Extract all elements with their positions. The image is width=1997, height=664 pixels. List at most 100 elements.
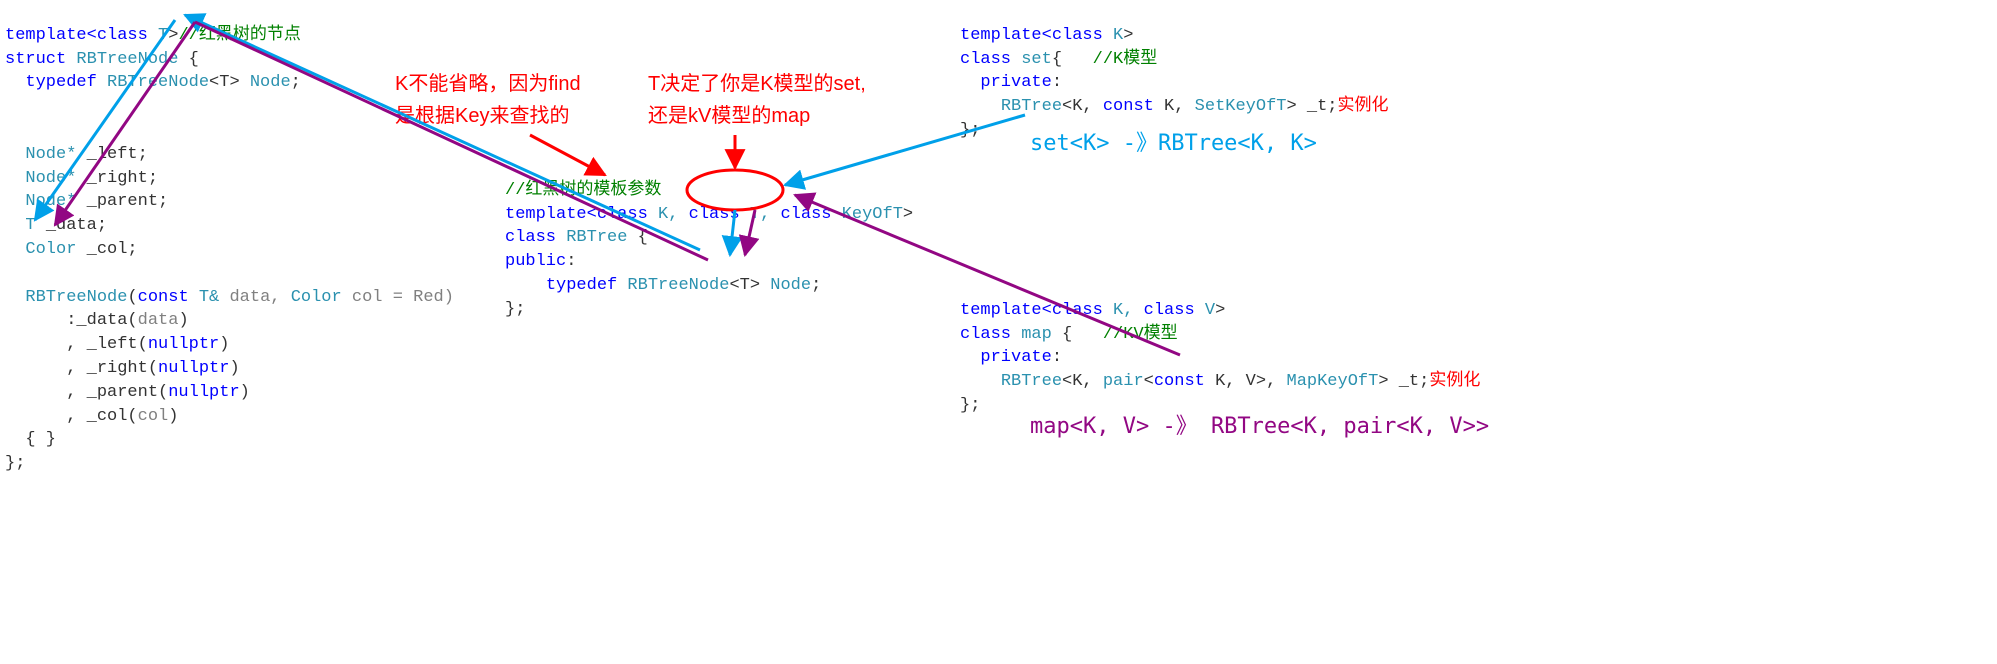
text: }; <box>960 396 980 415</box>
comment-instance: 实例化 <box>1429 372 1480 391</box>
text: ; <box>291 73 301 92</box>
text: 是根据Key来查找的 <box>395 100 581 132</box>
text: }; <box>505 300 525 319</box>
annotation-set-map: set<K> -》RBTree<K, K> <box>1030 125 1317 157</box>
text: : <box>566 252 576 271</box>
text: ) <box>229 359 239 378</box>
text: 还是kV模型的map <box>648 100 866 132</box>
text: class <box>960 50 1011 69</box>
text: > <box>1123 26 1133 45</box>
text: template< <box>5 26 97 45</box>
text: ) <box>219 335 229 354</box>
text: _col; <box>87 240 138 259</box>
text: K, V>, <box>1205 372 1287 391</box>
code-rbtree: //红黑树的模板参数 template<class K, class T, cl… <box>505 155 913 322</box>
text: const <box>1103 97 1154 116</box>
text: RBTree <box>1001 97 1062 116</box>
text: K, <box>1103 301 1144 320</box>
text: > <box>168 26 178 45</box>
text: class <box>1052 301 1103 320</box>
annotation-t-explain: T决定了你是K模型的set, 还是kV模型的map <box>648 68 866 132</box>
text: ( <box>127 288 137 307</box>
text: Node* <box>25 192 86 211</box>
annotation-map-map: map<K, V> -》 RBTree<K, pair<K, V>> <box>1030 408 1489 440</box>
text: _t; <box>1297 97 1338 116</box>
text: ; <box>811 276 821 295</box>
text: > <box>1215 301 1225 320</box>
text: MapKeyOfT <box>1287 372 1379 391</box>
text: < <box>1144 372 1154 391</box>
text: class <box>1144 301 1195 320</box>
text: , _parent( <box>25 383 168 402</box>
text: ) <box>168 407 178 426</box>
text: RBTreeNode <box>66 50 178 69</box>
text: nullptr <box>168 383 239 402</box>
text: data <box>138 311 179 330</box>
text: T <box>148 26 168 45</box>
text: set <box>1011 50 1052 69</box>
text: template< <box>960 301 1052 320</box>
code-rbtreenode: template<class T>//红黑树的节点 struct RBTreeN… <box>5 0 454 476</box>
text: _t; <box>1389 372 1430 391</box>
text: class <box>505 228 556 247</box>
text: }; <box>960 121 980 140</box>
text: private <box>980 348 1051 367</box>
text: data, <box>229 288 290 307</box>
text: public <box>505 252 566 271</box>
text: const <box>138 288 189 307</box>
comment: //KV模型 <box>1072 325 1177 344</box>
text: }; <box>5 454 25 473</box>
text: > <box>1378 372 1388 391</box>
text: Node <box>760 276 811 295</box>
text: _left; <box>87 145 148 164</box>
text: V <box>1195 301 1215 320</box>
text: K不能省略，因为find <box>395 68 581 100</box>
text: { <box>1052 325 1072 344</box>
annotation-k-explain: K不能省略，因为find 是根据Key来查找的 <box>395 68 581 132</box>
text: class <box>960 325 1011 344</box>
text: Node* <box>25 169 86 188</box>
text: { } <box>25 430 56 449</box>
text: class <box>780 205 831 224</box>
comment-instance: 实例化 <box>1338 97 1389 116</box>
text: nullptr <box>148 335 219 354</box>
text: _right; <box>87 169 158 188</box>
text: RBTree <box>1001 372 1062 391</box>
text: , _col( <box>25 407 137 426</box>
text: K <box>1103 26 1123 45</box>
text: typedef <box>25 73 96 92</box>
comment: //红黑树的节点 <box>178 26 300 45</box>
text: K, <box>648 205 689 224</box>
text: : <box>1052 73 1062 92</box>
text: , _right( <box>25 359 158 378</box>
text: map <box>1011 325 1052 344</box>
comment: //红黑树的模板参数 <box>505 181 661 200</box>
text: > <box>1287 97 1297 116</box>
text: nullptr <box>158 359 229 378</box>
text: <T> <box>729 276 760 295</box>
text: K, <box>1154 97 1195 116</box>
text: const <box>1154 372 1205 391</box>
text: class <box>1052 26 1103 45</box>
text: : <box>1052 348 1062 367</box>
text: { <box>178 50 198 69</box>
text: class <box>97 26 148 45</box>
text: ) <box>178 311 188 330</box>
text: :_data( <box>25 311 137 330</box>
text: Color <box>291 288 352 307</box>
text: Node* <box>25 145 86 164</box>
code-set: template<class K> class set{ //K模型 priva… <box>960 0 1389 143</box>
text: ) <box>240 383 250 402</box>
text: col <box>138 407 169 426</box>
text: SetKeyOfT <box>1195 97 1287 116</box>
text: { <box>1052 50 1062 69</box>
text: template< <box>505 205 597 224</box>
text: RBTreeNode <box>617 276 729 295</box>
text: class <box>597 205 648 224</box>
text: T决定了你是K模型的set, <box>648 68 866 100</box>
text: <K, <box>1062 372 1103 391</box>
code-map: template<class K, class V> class map { /… <box>960 275 1480 418</box>
text: > <box>903 205 913 224</box>
text: , _left( <box>25 335 147 354</box>
text: T& <box>189 288 230 307</box>
